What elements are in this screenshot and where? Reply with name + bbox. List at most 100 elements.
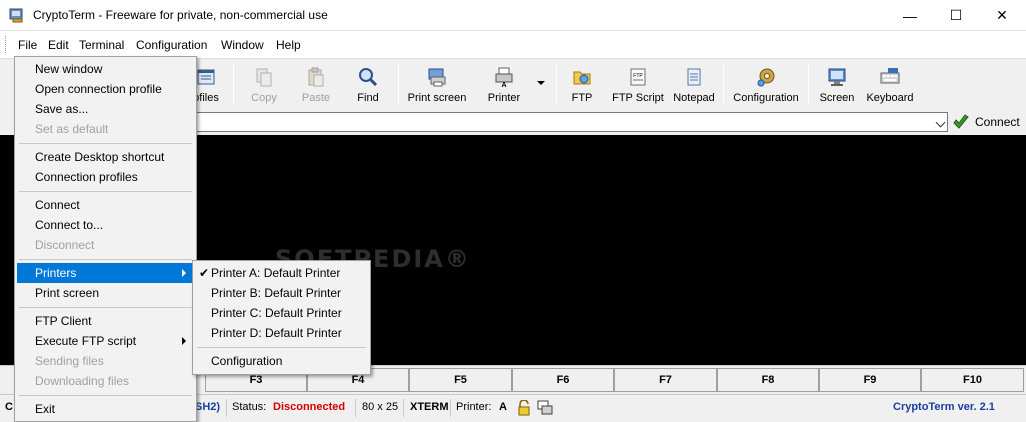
printer-icon: A <box>495 67 513 88</box>
svg-text:A: A <box>501 82 506 88</box>
menu-item-connect-to[interactable]: Connect to... <box>17 215 194 235</box>
profiles-icon <box>197 69 215 85</box>
printer-button[interactable]: A Printer <box>484 59 524 109</box>
fkey-f5[interactable]: F5 <box>409 368 512 392</box>
notepad-label: Notepad <box>673 92 715 104</box>
host-combobox[interactable] <box>195 112 948 132</box>
fkey-f6[interactable]: F6 <box>512 368 614 392</box>
fkey-f7[interactable]: F7 <box>614 368 717 392</box>
copy-button[interactable]: Copy <box>246 59 282 109</box>
screen-button[interactable]: Screen <box>817 59 857 109</box>
submenu-arrow-icon <box>182 269 186 277</box>
status-divider <box>403 399 404 417</box>
submenu-item-printer-b[interactable]: Printer B: Default Printer <box>195 283 368 303</box>
menu-item-execute-ftp-label: Execute FTP script <box>35 334 137 348</box>
screen-icon <box>828 68 846 86</box>
toolbar-separator <box>808 63 809 105</box>
notepad-button[interactable]: Notepad <box>671 59 717 109</box>
magnifier-icon <box>359 68 378 87</box>
submenu-arrow-icon <box>182 337 186 345</box>
minimize-button[interactable]: — <box>887 0 933 31</box>
toolbar-separator <box>723 63 724 105</box>
menu-edit[interactable]: Edit <box>48 38 69 52</box>
close-button[interactable]: ✕ <box>979 0 1025 31</box>
menu-item-connect[interactable]: Connect <box>17 195 194 215</box>
ftp-button[interactable]: FTP <box>566 59 598 109</box>
printer-label: Printer <box>487 92 521 104</box>
submenu-item-printer-configuration[interactable]: Configuration <box>195 351 368 371</box>
menu-item-new-window[interactable]: New window <box>17 59 194 79</box>
print-screen-label: Print screen <box>407 92 467 104</box>
fkey-f8[interactable]: F8 <box>717 368 819 392</box>
find-label: Find <box>357 92 379 104</box>
ftp-script-button[interactable]: FTP FTP Script <box>611 59 665 109</box>
printer-dropdown-arrow[interactable] <box>537 81 545 85</box>
profiles-label: ofiles <box>193 92 219 104</box>
svg-text:FTP: FTP <box>633 73 643 79</box>
submenu-item-printer-c[interactable]: Printer C: Default Printer <box>195 303 368 323</box>
configuration-button[interactable]: Configuration <box>731 59 801 109</box>
paste-button[interactable]: Paste <box>296 59 336 109</box>
printer-a-label: Printer A: Default Printer <box>211 266 341 280</box>
printer-status-label: Printer: <box>456 401 492 413</box>
title-bar: CryptoTerm - Freeware for private, non-c… <box>0 0 1026 31</box>
ftp-script-label: FTP Script <box>612 92 664 104</box>
menu-configuration[interactable]: Configuration <box>136 38 207 52</box>
menu-item-sending-files: Sending files <box>35 354 104 368</box>
menu-separator <box>19 191 192 192</box>
screen-label: Screen <box>819 92 855 104</box>
menu-separator <box>19 259 192 260</box>
menu-grip <box>5 36 8 53</box>
menu-bar: File Edit Terminal Configuration Window … <box>0 31 1026 58</box>
menu-separator <box>197 347 366 348</box>
windows-icon <box>537 400 553 415</box>
print-screen-button[interactable]: Print screen <box>405 59 469 109</box>
menu-terminal[interactable]: Terminal <box>79 38 124 52</box>
window-title: CryptoTerm - Freeware for private, non-c… <box>33 8 328 22</box>
menu-separator <box>19 395 192 396</box>
menu-window[interactable]: Window <box>221 38 264 52</box>
menu-item-printers[interactable]: Printers <box>17 263 194 283</box>
submenu-item-printer-d[interactable]: Printer D: Default Printer <box>195 323 368 343</box>
connect-button[interactable]: Connect <box>952 112 1020 132</box>
menu-item-execute-ftp-script[interactable]: Execute FTP script <box>17 331 194 351</box>
submenu-item-printer-a[interactable]: ✔ Printer A: Default Printer <box>195 263 368 283</box>
toolbar-separator <box>556 63 557 105</box>
keyboard-label: Keyboard <box>866 92 914 104</box>
connect-label: Connect <box>975 115 1020 129</box>
fkey-f9[interactable]: F9 <box>819 368 921 392</box>
connect-arrow-icon <box>953 114 969 129</box>
fkey-f10[interactable]: F10 <box>921 368 1024 392</box>
menu-item-printers-label: Printers <box>35 266 77 280</box>
ftp-label: FTP <box>571 92 593 104</box>
keyboard-icon <box>880 68 900 84</box>
checkmark-icon: ✔ <box>199 266 210 280</box>
find-button[interactable]: Find <box>350 59 386 109</box>
maximize-button[interactable]: ☐ <box>933 0 979 31</box>
menu-item-print-screen[interactable]: Print screen <box>17 283 194 303</box>
toolbar-separator <box>398 63 399 105</box>
menu-item-save-as[interactable]: Save as... <box>17 99 194 119</box>
menu-item-set-default: Set as default <box>35 122 109 136</box>
menu-separator <box>19 143 192 144</box>
print-screen-icon <box>428 68 446 87</box>
menu-file[interactable]: File <box>18 38 37 52</box>
chevron-down-icon[interactable] <box>935 117 946 128</box>
paste-label: Paste <box>301 92 331 104</box>
status-divider <box>450 399 451 417</box>
menu-help[interactable]: Help <box>276 38 301 52</box>
menu-item-connection-profiles[interactable]: Connection profiles <box>17 167 194 187</box>
terminal-size: 80 x 25 <box>362 401 399 413</box>
menu-item-open-profile[interactable]: Open connection profile <box>17 79 194 99</box>
toolbar-separator <box>233 63 234 105</box>
keyboard-button[interactable]: Keyboard <box>864 59 916 109</box>
menu-item-downloading-files: Downloading files <box>35 374 130 388</box>
menu-item-ftp-client[interactable]: FTP Client <box>17 311 194 331</box>
menu-item-exit[interactable]: Exit <box>17 399 194 419</box>
menu-item-desktop-shortcut[interactable]: Create Desktop shortcut <box>17 147 194 167</box>
status-label: Status: <box>232 401 267 413</box>
status-partial-left: C <box>5 401 13 413</box>
copy-label: Copy <box>251 92 277 104</box>
status-divider <box>355 399 356 417</box>
lock-icon <box>518 400 530 416</box>
